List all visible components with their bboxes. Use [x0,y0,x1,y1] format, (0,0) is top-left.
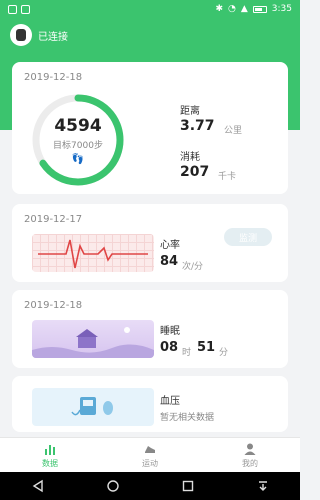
notification-icon [8,4,17,14]
app-icon [21,4,30,14]
steps-count: 4594 [54,115,102,136]
measure-button[interactable]: 监测 [224,228,272,246]
sleep-hours: 08 [160,340,179,355]
footprints-icon: 👣 [71,153,85,165]
steps-ring-center: 4594 目标7000步 👣 [30,92,126,188]
home-icon[interactable] [106,479,120,493]
sleep-date: 2019-12-18 [24,300,83,311]
steps-card[interactable]: 2019-12-18 4594 目标7000步 👣 距离 3.77 公里 消耗 … [12,62,288,194]
steps-target: 目标7000步 [53,140,103,151]
heart-date: 2019-12-17 [24,214,83,225]
sleep-label: 睡眠 [160,326,180,337]
sleep-minutes-unit: 分 [219,348,229,358]
system-navigation-bar [0,472,300,500]
status-bar: ✱ ◔ ▲ 3:35 [0,0,300,18]
sleep-illustration [32,320,154,358]
heart-rate-illustration [32,234,154,272]
heart-rate-card[interactable]: 2019-12-17 心率 84 次/分 监测 [12,204,288,282]
watch-icon [10,24,32,46]
calorie-unit: 千卡 [218,172,237,182]
status-time: 3:35 [271,4,292,14]
blood-pressure-illustration [32,388,154,426]
device-connection[interactable]: 已连接 [10,24,68,46]
distance-value: 3.77 [180,118,215,134]
recent-apps-icon[interactable] [181,479,195,493]
person-icon [244,443,256,455]
blood-pressure-label: 血压 [160,396,180,407]
bottom-tab-bar: 数据 运动 我的 [0,437,300,472]
bluetooth-icon: ✱ [215,4,223,14]
steps-date: 2019-12-18 [24,72,83,83]
sleep-minutes: 51 [197,340,216,355]
heart-rate-label: 心率 [160,240,180,251]
battery-icon [252,5,267,13]
running-shoe-icon [145,445,155,453]
sleep-card[interactable]: 2019-12-18 睡眠 08 时 51 分 [12,290,288,368]
heart-rate-unit: 次/分 [182,262,204,272]
tab-profile[interactable]: 我的 [200,438,300,472]
notification-pull-icon[interactable] [256,479,270,493]
bar-chart-icon [45,444,55,455]
tab-exercise[interactable]: 运动 [100,438,200,472]
alarm-icon: ◔ [228,4,236,14]
calorie-value: 207 [180,164,210,180]
tab-exercise-label: 运动 [142,458,158,468]
distance-label: 距离 [180,106,200,117]
distance-unit: 公里 [224,126,243,136]
blood-pressure-monitor-icon [71,397,113,416]
tab-profile-label: 我的 [242,458,258,468]
sleep-scene-icon [32,327,154,358]
tab-data-label: 数据 [42,458,58,468]
connection-status: 已连接 [38,31,68,43]
sleep-hours-unit: 时 [182,348,192,358]
blood-pressure-empty: 暂无相关数据 [160,413,215,423]
blood-pressure-card[interactable]: 血压 暂无相关数据 [12,376,288,432]
heart-rate-value: 84 [160,254,179,269]
signal-icon: ▲ [240,4,248,14]
back-icon[interactable] [31,479,45,493]
tab-data[interactable]: 数据 [0,438,100,472]
calorie-label: 消耗 [180,152,200,163]
heartbeat-icon [38,239,148,269]
